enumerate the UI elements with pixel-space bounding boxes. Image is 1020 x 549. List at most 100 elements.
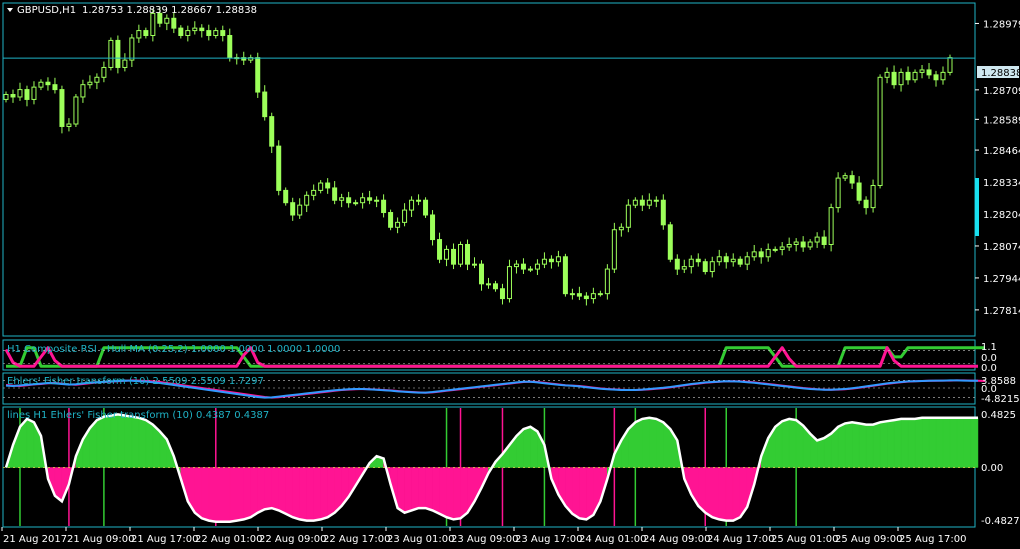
- fisher-area-segment: [935, 417, 944, 468]
- fisher-area-segment: [530, 426, 538, 468]
- fisher-area-segment: [656, 418, 664, 468]
- fisher-area-segment: [320, 467, 328, 520]
- fisher-area-segment: [26, 418, 35, 468]
- fisher-area-segment: [858, 423, 867, 468]
- candle-bear: [59, 89, 65, 127]
- candle-bear: [451, 248, 457, 265]
- fisher-area-segment: [816, 437, 825, 468]
- candle-bull: [646, 199, 652, 206]
- candle-bear: [45, 81, 51, 86]
- fisher-area-segment: [893, 418, 902, 468]
- candle-bear: [583, 295, 589, 300]
- fisher-area-segment: [432, 467, 440, 515]
- candle-bull: [947, 57, 953, 73]
- candle-bear: [737, 258, 743, 265]
- fisher-area-segment: [460, 467, 468, 519]
- candle-bear: [926, 69, 932, 76]
- time-tick-label: 25 Aug 09:00: [835, 534, 902, 545]
- fisher-area-segment: [837, 423, 846, 468]
- candle-bull: [513, 263, 519, 268]
- fisher-area-segment: [215, 467, 224, 522]
- candle-bear: [262, 91, 268, 118]
- candle-bull: [506, 266, 512, 300]
- candle-bull: [653, 199, 659, 202]
- fisher-area-segment: [523, 426, 531, 468]
- candle-bear: [10, 94, 16, 98]
- fisher-area-segment: [285, 467, 293, 518]
- candle-bull: [395, 221, 401, 228]
- fisher-area-segment: [292, 467, 300, 520]
- candle-bull: [555, 256, 561, 263]
- candle-bull: [569, 293, 575, 296]
- candle-bull: [919, 69, 925, 73]
- candle-bear: [430, 214, 436, 241]
- candle-bull: [611, 229, 617, 270]
- candle-bull: [870, 184, 876, 209]
- scroll-indicator[interactable]: [975, 178, 979, 236]
- candle-bull: [835, 177, 841, 209]
- candle-bull: [66, 123, 72, 127]
- candle-bull: [716, 256, 722, 263]
- candle-bear: [346, 197, 352, 204]
- lines-scale-bottom: -0.4827: [981, 516, 1020, 527]
- candle-bull: [765, 248, 771, 258]
- fisher-area-segment: [956, 417, 965, 468]
- candle-bear: [702, 261, 708, 273]
- fisher-area-segment: [411, 467, 419, 511]
- candle-bull: [842, 175, 848, 179]
- fisher-area-segment: [851, 422, 860, 468]
- fisher-area-segment: [222, 467, 231, 522]
- fisher-transform-label: Ehlers' Fisher transform (10) 2.5509 2.5…: [7, 376, 264, 387]
- candle-bull: [751, 251, 757, 258]
- fisher-area-segment: [963, 417, 972, 468]
- fisher-area-segment: [879, 420, 888, 468]
- fisher-area-segment: [970, 417, 979, 468]
- candle-bull: [31, 86, 37, 100]
- fisher-area-segment: [278, 467, 286, 515]
- candle-bear: [492, 283, 498, 290]
- time-tick-label: 21 Aug 17:00: [131, 534, 198, 545]
- fisher-area-segment: [844, 422, 853, 468]
- fisher-area-segment: [921, 417, 930, 468]
- fisher-area-segment: [900, 418, 909, 468]
- candle-bull: [828, 207, 834, 245]
- candle-bear: [639, 199, 645, 206]
- time-tick-label: 25 Aug 17:00: [899, 534, 966, 545]
- candle-bull: [304, 194, 310, 206]
- fisher-area-segment: [96, 416, 105, 468]
- fisher-area-segment: [865, 424, 874, 468]
- candle-bear: [178, 27, 184, 37]
- candle-bull: [164, 17, 170, 24]
- candle-bull: [318, 182, 324, 191]
- candle-bull: [150, 12, 156, 37]
- fisher-area-segment: [795, 419, 804, 468]
- candle-bull: [884, 71, 890, 78]
- candle-bull: [786, 243, 792, 248]
- time-tick-label: 24 Aug 01:00: [579, 534, 646, 545]
- rsi-scale-top: 1.1: [981, 342, 997, 353]
- candle-bear: [276, 145, 282, 191]
- candle-bear: [849, 175, 855, 184]
- time-tick-label: 22 Aug 01:00: [195, 534, 262, 545]
- candle-bear: [115, 39, 121, 68]
- fisher-area-segment: [201, 467, 210, 521]
- candle-bull: [625, 204, 631, 228]
- candle-bear: [290, 202, 296, 216]
- price-tick-label: 1.28709: [983, 86, 1020, 97]
- candle-bear: [660, 199, 666, 226]
- candle-bear: [206, 30, 212, 37]
- candle-bull: [534, 263, 540, 270]
- candle-bear: [758, 251, 764, 258]
- candle-bear: [821, 236, 827, 245]
- candle-bear: [723, 256, 729, 263]
- candle-bear: [891, 71, 897, 86]
- fisher-area-segment: [705, 467, 713, 518]
- candle-bull: [374, 199, 380, 202]
- fisher-area-segment: [264, 467, 272, 510]
- candle-bear: [269, 116, 275, 147]
- candle-bull: [485, 283, 491, 286]
- composite-rsi-label: H1 Composite RSI - Hull MA (0.25,2) 1.00…: [7, 344, 340, 355]
- fisher-area-segment: [712, 467, 720, 520]
- candle-bull: [940, 71, 946, 81]
- fisher-area-segment: [942, 417, 951, 468]
